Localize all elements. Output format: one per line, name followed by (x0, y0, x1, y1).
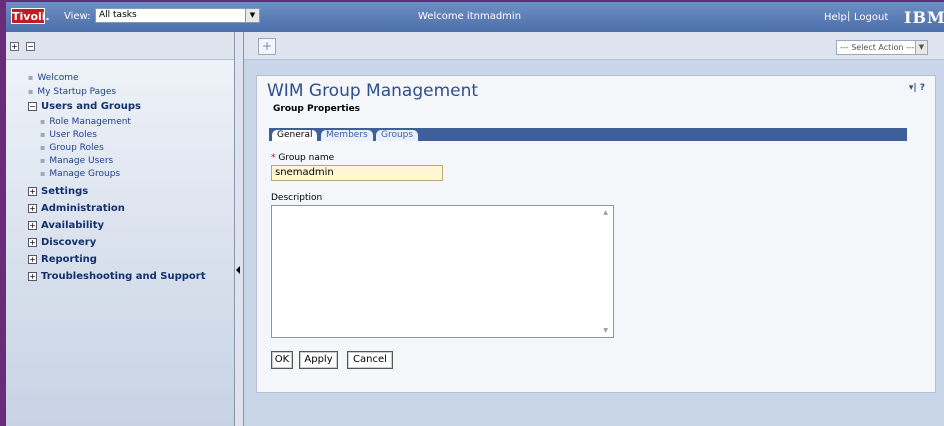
nav-item-welcome[interactable]: ▪ Welcome (28, 73, 79, 83)
nav-divider[interactable] (234, 32, 244, 426)
portlet-menu-icon[interactable]: ▾| ? (909, 83, 925, 93)
welcome-text: Welcome itnmadmin (418, 11, 522, 22)
group-name-label: * Group name (271, 153, 335, 163)
collapse-nav-icon[interactable] (236, 266, 240, 274)
tab-groups[interactable]: Groups (376, 130, 419, 141)
group-name-field[interactable]: snemadmin (271, 165, 443, 181)
bullet-icon: ▪ (40, 169, 46, 178)
toolbar: + − + --- Select Action --- ▼ (6, 32, 944, 60)
bullet-icon: ▪ (40, 156, 46, 165)
nav-item-manage-groups[interactable]: ▪ Manage Groups (40, 169, 120, 179)
nav-category-discovery[interactable]: + Discovery (28, 237, 96, 248)
expand-all-icon[interactable]: + (10, 42, 19, 51)
chevron-down-icon[interactable]: ▼ (915, 41, 927, 54)
expand-icon[interactable]: + (28, 186, 37, 196)
collapse-icon[interactable]: − (28, 101, 37, 111)
nav-item-manage-users[interactable]: ▪ Manage Users (40, 156, 113, 166)
apply-button[interactable]: Apply (299, 351, 338, 369)
select-action-dropdown[interactable]: --- Select Action --- ▼ (836, 40, 928, 55)
navigation-tree: ▪ Welcome ▪ My Startup Pages − Users and Gr… (6, 60, 234, 426)
expand-icon[interactable]: + (28, 203, 37, 213)
description-label: Description (271, 193, 323, 203)
nav-category-administration[interactable]: + Administration (28, 203, 125, 214)
view-select[interactable]: All tasks ▼ (95, 8, 260, 23)
ok-button[interactable]: OK (271, 351, 293, 369)
expand-icon[interactable]: + (28, 254, 37, 264)
expand-icon[interactable]: + (28, 237, 37, 247)
nav-category-users-and-groups[interactable]: − Users and Groups (28, 101, 141, 112)
cancel-button[interactable]: Cancel (347, 351, 393, 369)
scroll-down-icon[interactable]: ▼ (603, 327, 608, 334)
chevron-down-icon[interactable]: ▼ (245, 9, 259, 22)
tab-general[interactable]: General (272, 130, 318, 141)
view-select-value: All tasks (99, 10, 137, 20)
header-separator: | (847, 11, 851, 22)
ibm-logo: IBM. (904, 8, 944, 27)
section-title: Group Properties (273, 104, 361, 114)
top-header: Tivoli. View: All tasks ▼ Welcome itnmad… (6, 2, 944, 32)
nav-item-user-roles[interactable]: ▪ User Roles (40, 130, 97, 140)
tivoli-logo: Tivoli. (11, 8, 50, 24)
bullet-icon: ▪ (40, 130, 46, 139)
tab-bar: General Members Groups (269, 128, 907, 141)
wim-group-management-portlet: WIM Group Management ▾| ? Group Properti… (256, 75, 936, 393)
required-marker: * (271, 153, 276, 163)
nav-category-settings[interactable]: + Settings (28, 186, 88, 197)
bullet-icon: ▪ (28, 73, 34, 82)
scroll-up-icon[interactable]: ▲ (603, 209, 608, 216)
logout-link[interactable]: Logout (854, 12, 888, 23)
bullet-icon: ▪ (28, 87, 34, 96)
portlet-title: WIM Group Management (267, 81, 479, 101)
view-label: View: (64, 11, 91, 22)
nav-category-reporting[interactable]: + Reporting (28, 254, 97, 265)
new-tab-button[interactable]: + (258, 38, 276, 55)
description-textarea[interactable]: ▲ ▼ (271, 205, 614, 338)
nav-item-group-roles[interactable]: ▪ Group Roles (40, 143, 104, 153)
tab-members[interactable]: Members (321, 130, 373, 141)
content-area: WIM Group Management ▾| ? Group Properti… (244, 60, 944, 426)
expand-icon[interactable]: + (28, 271, 37, 281)
app-window: Tivoli. View: All tasks ▼ Welcome itnmad… (6, 2, 944, 426)
help-link[interactable]: Help (824, 12, 847, 23)
collapse-all-icon[interactable]: − (26, 42, 35, 51)
nav-category-availability[interactable]: + Availability (28, 220, 104, 231)
expand-icon[interactable]: + (28, 220, 37, 230)
select-action-value: --- Select Action --- (840, 43, 915, 52)
bullet-icon: ▪ (40, 117, 46, 126)
bullet-icon: ▪ (40, 143, 46, 152)
nav-item-my-startup-pages[interactable]: ▪ My Startup Pages (28, 87, 116, 97)
nav-category-troubleshooting-and-support[interactable]: + Troubleshooting and Support (28, 271, 206, 282)
nav-item-role-management[interactable]: ▪ Role Management (40, 117, 131, 127)
